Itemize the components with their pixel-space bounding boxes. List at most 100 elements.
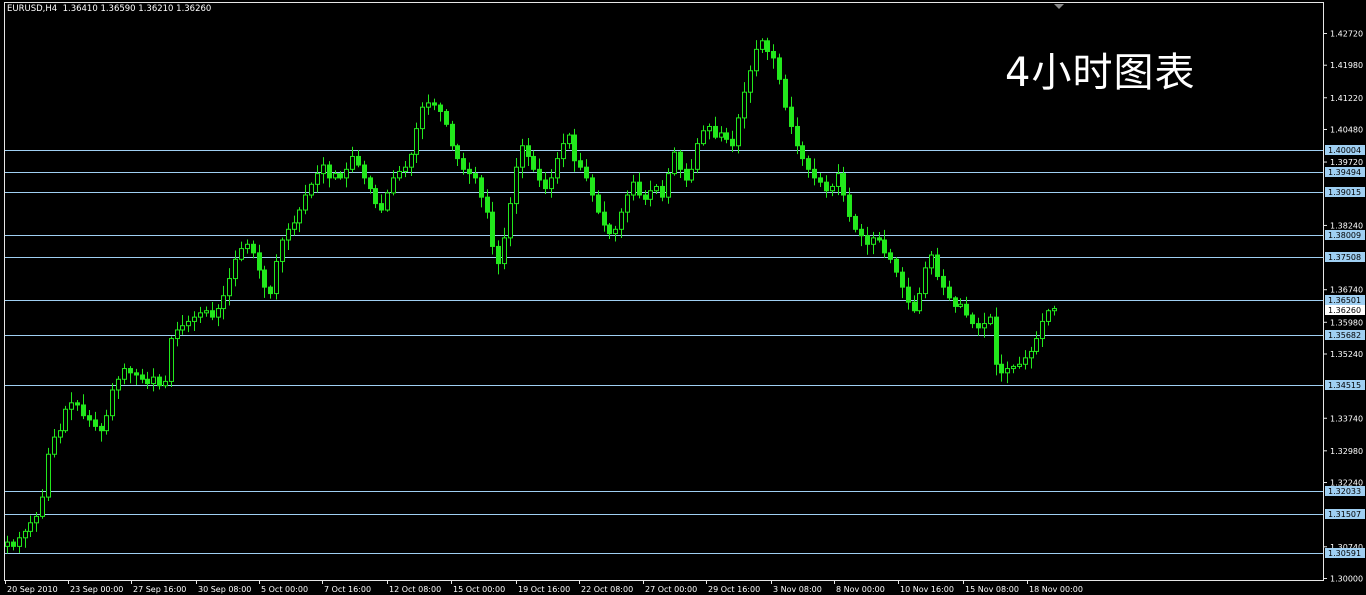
candle-body	[81, 404, 86, 417]
candle-body	[947, 286, 952, 299]
time-tick-label: 23 Sep 00:00	[70, 585, 123, 594]
candle-body	[122, 368, 127, 380]
time-tick-label: 15 Oct 00:00	[453, 585, 505, 594]
candle-body	[713, 125, 718, 138]
level-price-label: 1.36501	[1328, 296, 1361, 305]
candle-body	[672, 151, 677, 175]
candle-body	[906, 286, 911, 303]
candle-body	[865, 235, 870, 245]
candle-body	[286, 228, 291, 241]
price-tick-label: 1.30000	[1330, 575, 1363, 584]
price-tick-label: 1.41980	[1330, 61, 1363, 70]
open-value: 1.36410	[62, 4, 98, 14]
level-price-label: 1.31507	[1328, 510, 1361, 519]
candle-body	[602, 211, 607, 226]
candle-body	[678, 151, 683, 170]
level-price-label: 1.32033	[1328, 487, 1361, 496]
candle-body	[251, 243, 256, 254]
candle-body	[917, 293, 922, 312]
candle-body	[777, 57, 782, 80]
price-tick-label: 1.38240	[1330, 221, 1363, 230]
candle-body	[584, 166, 589, 179]
candle-body	[87, 415, 92, 421]
candle-body	[847, 194, 852, 217]
candle-body	[350, 155, 355, 170]
time-tick-label: 18 Nov 00:00	[1029, 585, 1083, 594]
candle-body	[742, 91, 747, 119]
candle-body	[1005, 368, 1010, 374]
candle-body	[379, 203, 384, 211]
candle-body	[859, 228, 864, 237]
candle-body	[567, 134, 572, 145]
candle-body	[280, 239, 285, 262]
candle-body	[309, 183, 314, 196]
candle-body	[935, 254, 940, 277]
candle-body	[403, 166, 408, 172]
candle-body	[707, 125, 712, 132]
candle-body	[315, 173, 320, 185]
time-tick-label: 15 Nov 08:00	[965, 585, 1019, 594]
candle-body	[157, 376, 162, 387]
candle-body	[607, 224, 612, 235]
candle-body	[1029, 350, 1034, 359]
candle-body	[795, 125, 800, 147]
candle-body	[233, 258, 238, 280]
candle-body	[643, 194, 648, 200]
candle-body	[549, 177, 554, 190]
price-tick-label: 1.36740	[1330, 286, 1363, 295]
price-tick-label: 1.35240	[1330, 350, 1363, 359]
candle-body	[695, 143, 700, 170]
candle-body	[268, 286, 273, 295]
candle-body	[1011, 365, 1016, 370]
time-tick-label: 20 Sep 2010	[7, 585, 58, 594]
candle-body	[455, 145, 460, 160]
candle-body	[590, 177, 595, 196]
candle-body	[23, 530, 28, 539]
candle-body	[537, 168, 542, 181]
time-tick-label: 22 Oct 08:00	[581, 585, 633, 594]
time-tick-label: 27 Oct 00:00	[645, 585, 697, 594]
candle-body	[689, 168, 694, 181]
candle-body	[186, 320, 191, 327]
candle-body	[34, 515, 39, 524]
candle-body	[719, 132, 724, 138]
candle-body	[684, 168, 689, 181]
candle-body	[988, 316, 993, 325]
candle-body	[806, 158, 811, 170]
candle-body	[210, 310, 215, 318]
candle-body	[63, 408, 68, 432]
candle-body	[882, 239, 887, 254]
candle-body	[58, 430, 63, 438]
candle-body	[274, 260, 279, 295]
candle-body	[485, 196, 490, 213]
candle-body	[75, 402, 80, 406]
candle-body	[818, 177, 823, 183]
candle-body	[17, 537, 22, 547]
candle-body	[812, 168, 817, 179]
candle-body	[5, 541, 10, 547]
candle-body	[40, 496, 45, 517]
candle-body	[116, 378, 121, 391]
candle-body	[894, 258, 899, 273]
time-tick-label: 27 Sep 16:00	[133, 585, 186, 594]
price-tick-label: 1.42720	[1330, 30, 1363, 39]
level-price-label: 1.40004	[1328, 146, 1361, 155]
price-tick-label: 1.40480	[1330, 125, 1363, 134]
candle-body	[216, 308, 221, 318]
candle-body	[783, 78, 788, 108]
candle-body	[754, 48, 759, 72]
candle-body	[175, 329, 180, 340]
candle-body	[239, 248, 244, 260]
candle-body	[321, 164, 326, 175]
candle-body	[104, 415, 109, 432]
candle-body	[660, 185, 665, 198]
level-price-label: 1.34515	[1328, 381, 1361, 390]
candle-body	[900, 271, 905, 288]
candle-body	[941, 275, 946, 288]
candle-body	[198, 312, 203, 318]
candle-body	[765, 40, 770, 52]
candle-body	[227, 278, 232, 297]
candle-body	[362, 164, 367, 179]
candle-body	[923, 267, 928, 295]
candle-body	[134, 372, 139, 376]
